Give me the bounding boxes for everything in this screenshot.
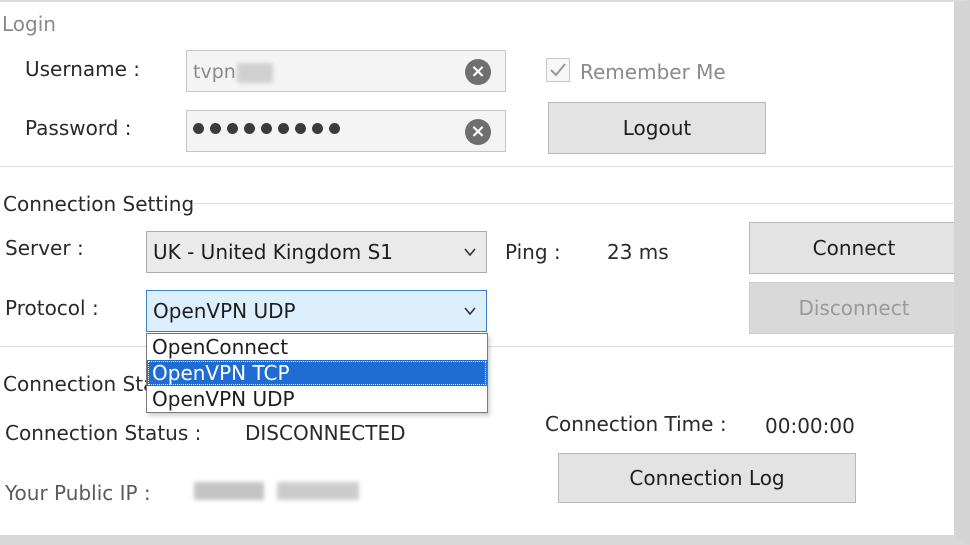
remember-me-label: Remember Me <box>580 60 726 84</box>
remember-me-checkbox[interactable] <box>546 58 570 82</box>
username-value: tvpn <box>193 61 273 83</box>
clear-password-icon[interactable]: × <box>465 119 491 145</box>
username-label: Username : <box>25 57 141 81</box>
public-ip-value-redacted <box>194 482 360 504</box>
clear-username-icon[interactable]: × <box>465 59 491 85</box>
connection-status-label: Connection Status : <box>5 421 202 445</box>
logout-button[interactable]: Logout <box>548 102 766 154</box>
password-label: Password : <box>25 116 132 140</box>
connection-status-value: DISCONNECTED <box>245 421 406 445</box>
connection-time-label: Connection Time : <box>545 412 727 436</box>
chevron-down-icon <box>464 248 476 257</box>
server-selected-value: UK - United Kingdom S1 <box>153 240 393 264</box>
login-section-title: Login <box>2 12 56 36</box>
divider <box>192 203 954 204</box>
disconnect-button[interactable]: Disconnect <box>749 282 959 334</box>
protocol-option-openvpn-tcp[interactable]: OpenVPN TCP <box>147 360 487 386</box>
connect-button[interactable]: Connect <box>749 222 959 274</box>
protocol-label: Protocol : <box>5 296 99 320</box>
checkmark-icon <box>550 63 566 77</box>
username-redacted <box>236 62 273 83</box>
ping-label: Ping : <box>505 240 561 264</box>
protocol-option-openconnect[interactable]: OpenConnect <box>147 334 487 360</box>
server-label: Server : <box>5 236 84 260</box>
ping-value: 23 ms <box>607 240 669 264</box>
connection-log-button[interactable]: Connection Log <box>558 453 856 503</box>
connection-status-title: Connection Sta <box>3 372 156 396</box>
server-select[interactable]: UK - United Kingdom S1 <box>146 231 487 273</box>
connection-time-value: 00:00:00 <box>765 414 855 438</box>
divider <box>0 166 954 167</box>
protocol-select[interactable]: OpenVPN UDP <box>146 290 487 332</box>
chevron-down-icon <box>464 307 476 316</box>
password-masked-value <box>193 123 340 134</box>
connection-setting-title: Connection Setting <box>3 192 195 216</box>
username-field[interactable]: tvpn × <box>186 50 506 92</box>
protocol-dropdown-list[interactable]: OpenConnect OpenVPN TCP OpenVPN UDP <box>146 333 488 413</box>
protocol-option-openvpn-udp[interactable]: OpenVPN UDP <box>147 386 487 412</box>
public-ip-label: Your Public IP : <box>5 481 151 505</box>
password-field[interactable]: × <box>186 110 506 152</box>
protocol-selected-value: OpenVPN UDP <box>153 299 296 323</box>
